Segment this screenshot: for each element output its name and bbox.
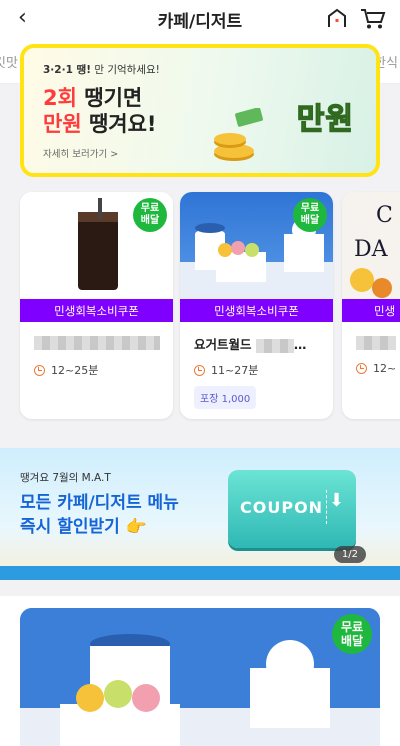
free-delivery-badge: 무료 배달 — [293, 198, 327, 232]
coupon-label: 민생 — [342, 299, 400, 322]
store-image — [20, 608, 380, 746]
banner-small-text: 3·2·1 땡! 만 기억하세요! — [43, 64, 160, 76]
store-card-large[interactable]: 무료 배달 — [20, 608, 380, 746]
tab-left[interactable]: 킷맛 — [0, 52, 18, 71]
wave-decoration — [0, 566, 400, 580]
free-delivery-badge: 무료 배달 — [133, 198, 167, 232]
store-image: C DA — [342, 192, 400, 299]
manwon-badge: 만원 — [296, 101, 354, 137]
banner-pager: 1/2 — [333, 546, 366, 563]
svg-text:DA: DA — [354, 237, 389, 262]
promo-title-line-1: 모든 카페/디저트 메뉴 — [20, 493, 179, 513]
home-icon[interactable] — [326, 8, 348, 28]
coupon-label: 민생회복소비쿠폰 — [20, 299, 173, 322]
store-card[interactable]: C DA 민생 12~ — [342, 192, 400, 419]
promo-title-line-2: 즉시 할인받기 👉 — [20, 517, 147, 537]
coupon-label: 민생회복소비쿠폰 — [180, 299, 333, 322]
event-banner[interactable]: 3·2·1 땡! 만 기억하세요! 2회 땡기면 만원 땡겨요! 자세히 보러가… — [20, 44, 380, 177]
store-name — [356, 334, 396, 350]
coins-icon — [214, 108, 263, 161]
svg-text:C: C — [376, 203, 393, 228]
delivery-time: 12~25분 — [34, 362, 98, 378]
cart-icon[interactable] — [360, 8, 386, 30]
clock-icon — [194, 364, 205, 376]
header: ‹ 카페/디저트 — [0, 0, 400, 38]
delivery-time: 12~ — [356, 362, 396, 375]
store-name — [34, 334, 160, 350]
back-icon[interactable]: ‹ — [18, 6, 27, 30]
clock-icon — [356, 363, 367, 374]
store-card[interactable]: 무료 배달 민생회복소비쿠폰 12~25분 — [20, 192, 173, 419]
promo-banner[interactable]: 땡겨요 7월의 M.A.T 모든 카페/디저트 메뉴 즉시 할인받기 👉 COU… — [0, 448, 400, 580]
takeout-price-badge: 포장 1,000 — [194, 386, 257, 409]
store-carousel: 무료 배달 민생회복소비쿠폰 12~25분 무료 배달 민생회복소비쿠폰 요거트월드… — [0, 190, 400, 428]
coupon-ticket: COUPON ⬇ — [228, 470, 356, 548]
store-card[interactable]: 무료 배달 민생회복소비쿠폰 요거트월드 … 11~27분 포장 1,000 — [180, 192, 333, 419]
delivery-time: 11~27분 — [194, 362, 258, 378]
banner-more-link[interactable]: 자세히 보러가기 > — [43, 146, 118, 160]
pointing-hand-icon: 👉 — [125, 517, 147, 537]
download-icon: ⬇ — [326, 490, 346, 524]
store-name: 요거트월드 … — [194, 337, 307, 353]
promo-subtitle: 땡겨요 7월의 M.A.T — [20, 472, 111, 484]
page-title: 카페/디저트 — [157, 11, 243, 32]
free-delivery-badge: 무료 배달 — [332, 614, 372, 654]
banner-line-2: 만원 땡겨요! — [43, 112, 157, 136]
clock-icon — [34, 364, 45, 376]
